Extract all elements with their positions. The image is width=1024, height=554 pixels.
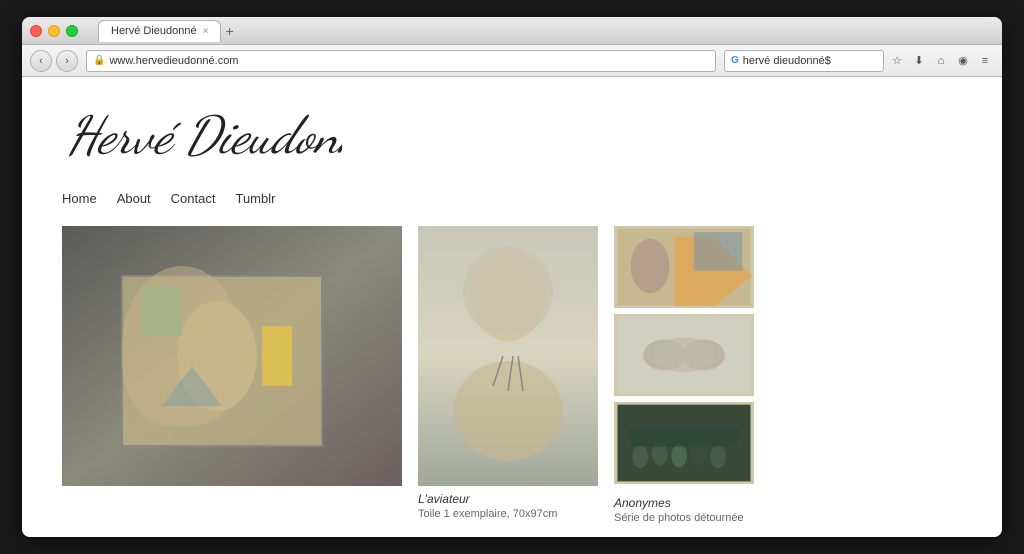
home-icon[interactable]: ⌂ <box>932 52 950 70</box>
maximize-button[interactable] <box>66 25 78 37</box>
bookmark-icon[interactable]: ☆ <box>888 52 906 70</box>
page-content: Hervé Dieudonné Home About Contact Tumbl… <box>22 77 1002 537</box>
url-text: www.hervedieudonné.com <box>109 55 238 67</box>
url-bar[interactable]: 🔒 www.hervedieudonné.com <box>86 50 716 72</box>
tab-title: Hervé Dieudonné <box>111 25 197 37</box>
caption-3: Anonymes Série de photos détournée <box>614 496 754 524</box>
tab-close-button[interactable]: × <box>203 26 209 37</box>
forward-button[interactable]: › <box>56 50 78 72</box>
download-icon[interactable]: ⬇ <box>910 52 928 70</box>
site-navigation: Home About Contact Tumblr <box>62 191 962 206</box>
gallery: L'aviateur Toile 1 exemplaire, 70x97cm <box>62 226 962 524</box>
new-tab-button[interactable]: + <box>225 23 233 39</box>
artwork-image-2 <box>418 226 598 486</box>
minimize-button[interactable] <box>48 25 60 37</box>
close-button[interactable] <box>30 25 42 37</box>
nav-contact[interactable]: Contact <box>171 191 216 206</box>
gallery-item-large <box>62 226 402 486</box>
nav-tumblr[interactable]: Tumblr <box>235 191 275 206</box>
site-content: Hervé Dieudonné Home About Contact Tumbl… <box>22 77 1002 537</box>
traffic-lights <box>30 25 78 37</box>
artwork-image-4 <box>614 314 754 396</box>
gallery-item-medium: L'aviateur Toile 1 exemplaire, 70x97cm <box>418 226 598 520</box>
logo-svg: Hervé Dieudonné <box>62 97 342 167</box>
profile-icon[interactable]: ◉ <box>954 52 972 70</box>
svg-text:Hervé Dieudonné: Hervé Dieudonné <box>67 104 342 167</box>
artwork-title-3: Anonymes <box>614 496 754 510</box>
artwork-image-3 <box>614 226 754 308</box>
forward-icon: › <box>65 55 69 67</box>
site-logo: Hervé Dieudonné <box>62 97 962 177</box>
back-button[interactable]: ‹ <box>30 50 52 72</box>
artwork-desc-2: Toile 1 exemplaire, 70x97cm <box>418 508 598 520</box>
gallery-item-small-group: Anonymes Série de photos détournée <box>614 226 754 524</box>
search-text: hervé dieudonné$ <box>743 55 877 67</box>
search-bar[interactable]: G hervé dieudonné$ <box>724 50 884 72</box>
artwork-desc-3: Série de photos détournée <box>614 512 754 524</box>
back-icon: ‹ <box>39 55 43 67</box>
tab-bar: Hervé Dieudonné × + <box>98 20 994 42</box>
title-bar: Hervé Dieudonné × + <box>22 17 1002 45</box>
artwork-title-2: L'aviateur <box>418 492 598 506</box>
browser-window: Hervé Dieudonné × + ‹ › 🔒 www.hervedieud… <box>22 17 1002 537</box>
browser-tab[interactable]: Hervé Dieudonné × <box>98 20 221 42</box>
google-icon: G <box>731 55 739 66</box>
artwork-image-5 <box>614 402 754 484</box>
lock-icon: 🔒 <box>93 55 105 66</box>
nav-about[interactable]: About <box>117 191 151 206</box>
artwork-image-1 <box>62 226 402 486</box>
nav-bar: ‹ › 🔒 www.hervedieudonné.com G hervé die… <box>22 45 1002 77</box>
caption-2: L'aviateur Toile 1 exemplaire, 70x97cm <box>418 492 598 520</box>
menu-icon[interactable]: ≡ <box>976 52 994 70</box>
nav-home[interactable]: Home <box>62 191 97 206</box>
